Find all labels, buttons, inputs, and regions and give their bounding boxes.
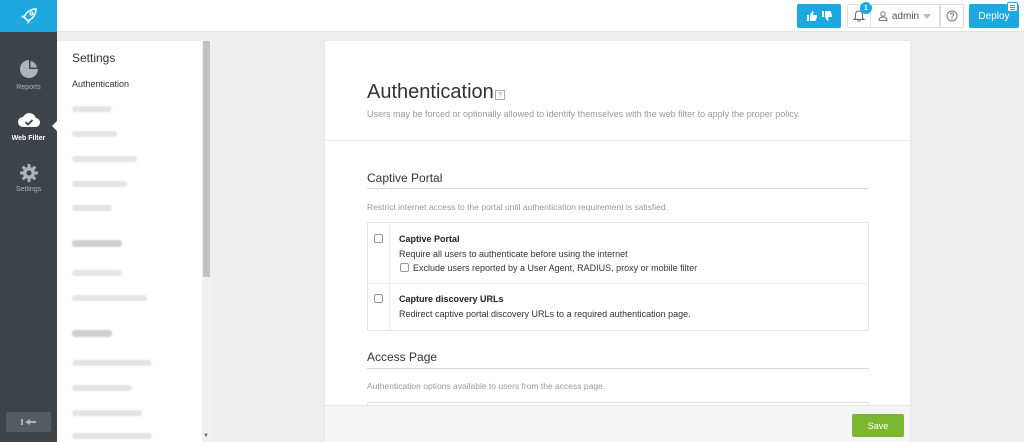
card-footer: Save [325,405,910,442]
pie-chart-icon [19,59,38,78]
settings-item-authentication[interactable]: Authentication [57,73,202,95]
blurred-menu-heading [72,330,112,337]
section-description: Authentication options available to user… [367,381,606,391]
username: admin [891,10,920,22]
user-icon [878,11,888,21]
thumbs-up-icon [806,11,817,21]
option-checkbox-column [368,284,390,330]
option-description: Require all users to authenticate before… [399,249,628,259]
nav-rail: Reports Web Filter Settings [0,0,58,442]
top-bar: 1 admin Deploy [57,0,1024,32]
logo[interactable] [0,0,57,32]
blurred-menu-heading [72,240,122,247]
pending-changes-icon [1007,2,1018,12]
blurred-menu-item[interactable] [72,270,122,276]
user-menu[interactable]: admin [870,4,940,28]
captive-portal-checkbox[interactable] [374,234,383,243]
save-button[interactable]: Save [852,414,904,437]
option-checkbox-column [368,223,390,283]
section-description: Restrict internet access to the portal u… [367,202,668,212]
option-name: Capture discovery URLs [399,294,504,304]
scrollbar-thumb[interactable] [203,41,210,277]
option-name: Captive Portal [399,234,460,244]
feedback-button[interactable] [797,4,841,28]
page-title: Authentication [367,81,494,103]
section-divider [367,188,869,189]
blurred-menu-item[interactable] [72,181,127,187]
rocket-icon [20,8,37,24]
settings-panel: Settings Authentication [57,41,202,442]
nav-item-settings[interactable]: Settings [0,152,57,204]
blurred-menu-item[interactable] [72,106,112,112]
blurred-menu-item[interactable] [72,205,112,211]
option-description: Redirect captive portal discovery URLs t… [399,309,691,319]
chevron-down-icon [923,13,932,19]
cloud-check-icon [17,112,40,127]
thumbs-down-icon [821,11,832,21]
section-divider [367,368,869,369]
section-title-access-page: Access Page [367,350,438,364]
nav-item-label: Settings [15,185,42,193]
help-icon[interactable]: ? [495,90,505,100]
blurred-menu-item[interactable] [72,433,152,439]
blurred-menu-item[interactable] [72,360,152,366]
card-header: Authentication ? Users may be forced or … [325,41,910,141]
blurred-menu-item[interactable] [72,131,117,137]
gear-icon [19,163,38,182]
page-description: Users may be forced or optionally allowe… [367,109,801,119]
option-capture-discovery-urls: Capture discovery URLs Redirect captive … [368,284,868,330]
collapse-arrow-icon [20,419,36,425]
content-card: Authentication ? Users may be forced or … [325,41,910,442]
nav-item-label: Reports [16,83,41,91]
collapse-nav-button[interactable] [6,412,51,432]
scroll-down-arrow-icon[interactable]: ▼ [203,433,209,439]
capture-discovery-checkbox[interactable] [374,294,383,303]
captive-portal-options: Captive Portal Require all users to auth… [367,222,869,331]
section-title-captive-portal: Captive Portal [367,171,443,185]
nav-item-web-filter[interactable]: Web Filter [0,100,58,152]
settings-scrollbar[interactable]: ▼ [202,41,211,442]
option-captive-portal: Captive Portal Require all users to auth… [368,223,868,283]
blurred-menu-item[interactable] [72,385,132,391]
exclude-users-checkbox[interactable] [400,263,409,272]
settings-title: Settings [72,51,116,65]
nav-item-reports[interactable]: Reports [0,48,57,100]
help-button[interactable] [940,4,964,28]
help-circle-icon [946,10,958,22]
nav-item-label: Web Filter [11,134,46,142]
blurred-menu-item[interactable] [72,295,147,301]
exclude-users-label: Exclude users reported by a User Agent, … [413,263,698,273]
blurred-menu-item[interactable] [72,410,142,416]
blurred-menu-item[interactable] [72,156,137,162]
